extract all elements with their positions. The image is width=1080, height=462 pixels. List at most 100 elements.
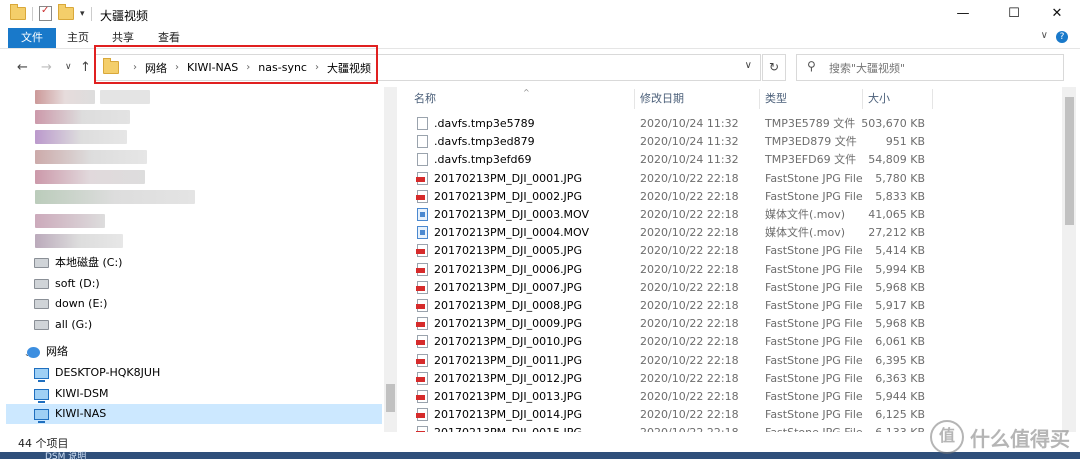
blurred-item <box>100 90 150 104</box>
maximize-button[interactable]: ☐ <box>991 0 1037 28</box>
file-date: 2020/10/22 22:18 <box>640 408 739 422</box>
column-header-size[interactable]: 大小 <box>868 87 890 111</box>
network-computer-selected[interactable]: KIWI-NAS <box>6 404 382 424</box>
drive-icon <box>34 299 49 309</box>
quick-access-toolbar: ▾ <box>10 4 92 21</box>
new-folder-icon[interactable] <box>58 4 74 20</box>
column-header-name[interactable]: 名称 <box>414 87 436 111</box>
file-row[interactable]: 20170213PM_DJI_0010.JPG 2020/10/22 22:18 F… <box>408 333 1060 351</box>
file-row[interactable]: 20170213PM_DJI_0004.MOV 2020/10/22 22:18 媒… <box>408 224 1060 242</box>
file-type: FastStone JPG File <box>765 171 863 185</box>
file-date: 2020/10/22 22:18 <box>640 226 739 240</box>
divider[interactable] <box>759 89 760 109</box>
file-type: FastStone JPG File <box>765 317 863 331</box>
file-row[interactable]: 20170213PM_DJI_0003.MOV 2020/10/22 22:18 媒… <box>408 206 1060 224</box>
file-row[interactable]: 20170213PM_DJI_0011.JPG 2020/10/22 22:18 F… <box>408 352 1060 370</box>
file-row[interactable]: .davfs.tmp3efd69 2020/10/24 11:32 TMP3EFD6… <box>408 151 1060 169</box>
network-icon <box>27 346 40 358</box>
recent-locations-icon[interactable]: ∨ <box>65 62 72 72</box>
column-header-type[interactable]: 类型 <box>765 87 787 111</box>
file-name: .davfs.tmp3e5789 <box>434 117 535 130</box>
sidebar-item-network[interactable]: 网络 <box>27 342 68 362</box>
file-list-scrollbar[interactable] <box>1062 87 1076 432</box>
blank-file-icon <box>417 117 428 130</box>
network-computer[interactable]: DESKTOP-HQK8JUH <box>34 363 384 383</box>
back-icon[interactable]: ← <box>17 60 28 75</box>
file-type: FastStone JPG File <box>765 390 863 403</box>
file-date: 2020/10/22 22:18 <box>640 390 739 403</box>
file-type: FastStone JPG File <box>765 335 863 349</box>
file-row[interactable]: .davfs.tmp3ed879 2020/10/24 11:32 TMP3ED87… <box>408 133 1060 151</box>
file-date: 2020/10/22 22:18 <box>640 189 739 203</box>
scrollbar-thumb[interactable] <box>386 384 395 412</box>
file-type: FastStone JPG File <box>765 371 863 385</box>
file-row[interactable]: 20170213PM_DJI_0006.JPG 2020/10/22 22:18 F… <box>408 261 1060 279</box>
file-row[interactable]: 20170213PM_DJI_0013.JPG 2020/10/22 22:18 F… <box>408 388 1060 406</box>
file-name: 20170213PM_DJI_0009.JPG <box>434 317 582 331</box>
drive-g[interactable]: all (G:) <box>34 315 92 335</box>
file-row[interactable]: 20170213PM_DJI_0001.JPG 2020/10/22 22:18 F… <box>408 170 1060 188</box>
refresh-button[interactable]: ↻ <box>762 54 786 81</box>
network-computer-label: KIWI-NAS <box>55 407 107 420</box>
file-row[interactable]: 20170213PM_DJI_0005.JPG 2020/10/22 22:18 F… <box>408 242 1060 260</box>
column-header-date[interactable]: 修改日期 <box>640 87 684 111</box>
file-size: 5,968 KB <box>875 317 925 331</box>
drive-c[interactable]: 本地磁盘 (C:) <box>34 253 122 273</box>
blank-file-icon <box>417 153 428 167</box>
divider[interactable] <box>634 89 635 109</box>
minimize-button[interactable]: — <box>940 0 986 28</box>
customize-toolbar-icon[interactable]: ▾ <box>80 9 85 19</box>
file-type: TMP3EFD69 文件 <box>765 153 857 167</box>
jpg-file-icon <box>416 317 428 331</box>
file-size: 951 KB <box>885 135 925 149</box>
blurred-item <box>35 110 130 124</box>
file-name: 20170213PM_DJI_0003.MOV <box>434 208 590 221</box>
search-box[interactable]: ⚲ <box>796 54 1064 81</box>
address-dropdown-icon[interactable]: ∨ <box>745 60 752 71</box>
file-list: 名称 ^ 修改日期 类型 大小 .davfs.tmp3e5789 2020/10/… <box>408 87 1060 432</box>
file-row[interactable]: 20170213PM_DJI_0008.JPG 2020/10/22 22:18 F… <box>408 297 1060 315</box>
file-name: 20170213PM_DJI_0015.JPG <box>434 424 582 432</box>
file-date: 2020/10/24 11:32 <box>640 153 739 167</box>
search-input[interactable] <box>827 58 1051 78</box>
divider <box>32 6 33 21</box>
taskbar: DSM 说明 <box>0 449 1080 462</box>
jpg-file-icon <box>416 171 428 185</box>
file-type: TMP3ED879 文件 <box>765 135 857 149</box>
divider <box>90 6 92 21</box>
drive-e[interactable]: down (E:) <box>34 294 107 314</box>
network-computer[interactable]: KIWI-DSM <box>34 384 384 404</box>
taskbar-label[interactable]: DSM 说明 <box>45 449 86 462</box>
expand-ribbon-icon[interactable]: ∨ <box>1041 30 1048 41</box>
file-row[interactable]: 20170213PM_DJI_0002.JPG 2020/10/22 22:18 F… <box>408 188 1060 206</box>
navpane-scrollbar[interactable] <box>384 87 397 432</box>
jpg-file-icon <box>416 262 428 276</box>
tab-file[interactable]: 文件 <box>8 28 56 48</box>
divider[interactable] <box>862 89 863 109</box>
blurred-item <box>35 150 147 164</box>
jpg-file-icon <box>416 408 428 422</box>
close-button[interactable]: ✕ <box>1034 0 1080 28</box>
file-size: 6,133 KB <box>858 424 925 432</box>
file-row[interactable]: .davfs.tmp3e5789 2020/10/24 11:32 TMP3E578… <box>408 115 1060 133</box>
divider[interactable] <box>932 89 933 109</box>
file-row[interactable]: 20170213PM_DJI_0012.JPG 2020/10/22 22:18 F… <box>408 370 1060 388</box>
file-row[interactable]: 20170213PM_DJI_0009.JPG 2020/10/22 22:18 F… <box>408 315 1060 333</box>
computer-icon <box>34 367 49 382</box>
drive-d[interactable]: soft (D:) <box>34 274 100 294</box>
file-row[interactable]: 20170213PM_DJI_0007.JPG 2020/10/22 22:18 F… <box>408 279 1060 297</box>
help-button[interactable]: ? <box>1056 31 1068 43</box>
drive-label: all (G:) <box>55 318 93 331</box>
forward-icon[interactable]: → <box>41 60 52 75</box>
jpg-file-icon <box>416 390 428 403</box>
properties-icon[interactable] <box>39 5 52 21</box>
up-icon[interactable]: ↑ <box>80 60 91 75</box>
tab-home[interactable]: 主页 <box>67 28 89 48</box>
jpg-file-icon <box>416 244 428 258</box>
file-date: 2020/10/22 22:18 <box>640 208 739 221</box>
navigation-pane: 本地磁盘 (C:) soft (D:) down (E:) all (G:) ⌄… <box>0 87 398 432</box>
file-type: FastStone JPG File <box>765 280 863 294</box>
scrollbar-thumb[interactable] <box>1065 97 1074 225</box>
network-computer-label: KIWI-DSM <box>55 387 109 400</box>
file-name: 20170213PM_DJI_0002.JPG <box>434 189 582 203</box>
